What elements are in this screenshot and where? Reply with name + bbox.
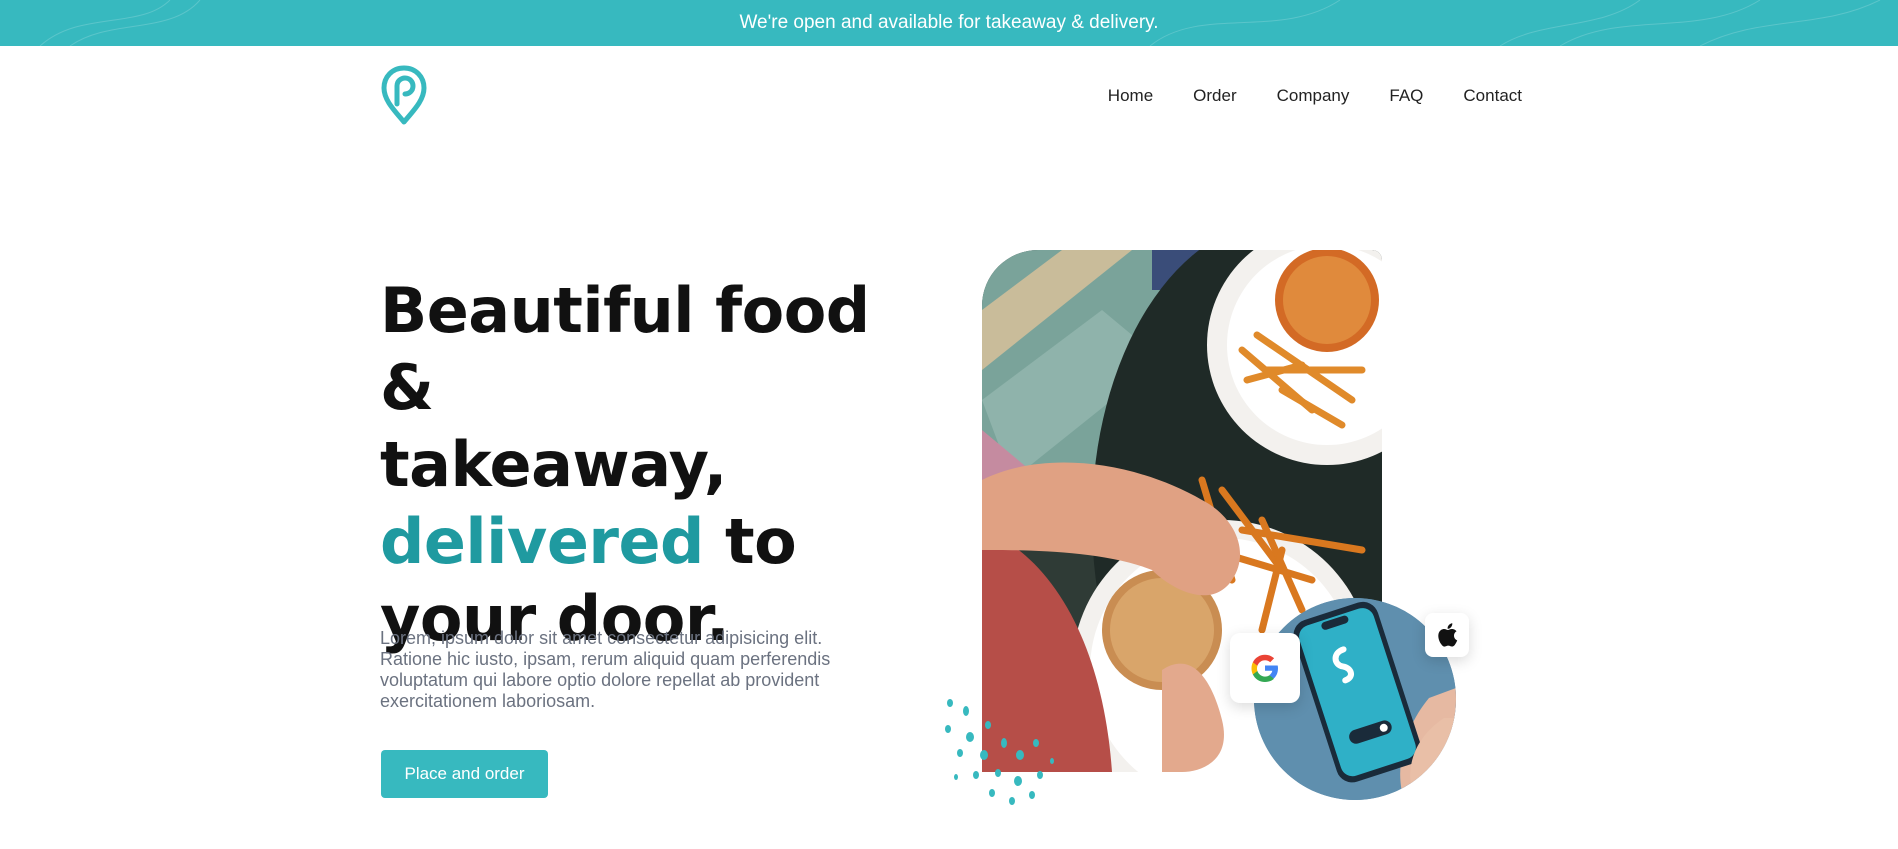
google-icon	[1251, 654, 1278, 682]
apple-icon	[1438, 623, 1458, 647]
nav-order[interactable]: Order	[1193, 86, 1236, 106]
google-play-badge[interactable]	[1230, 633, 1300, 703]
hero-headline: Beautiful food & takeaway, delivered to …	[380, 272, 940, 657]
headline-accent: delivered	[380, 505, 704, 578]
app-store-badge[interactable]	[1425, 613, 1469, 657]
nav-company[interactable]: Company	[1277, 86, 1350, 106]
headline-after-accent: to	[703, 505, 797, 578]
place-order-button[interactable]: Place and order	[381, 750, 548, 798]
decorative-dots	[945, 699, 1054, 805]
location-pin-logo-icon	[381, 65, 427, 125]
logo[interactable]	[380, 64, 428, 126]
nav-home[interactable]: Home	[1108, 86, 1153, 106]
nav-faq[interactable]: FAQ	[1389, 86, 1423, 106]
announcement-bar: We're open and available for takeaway & …	[0, 0, 1898, 46]
announcement-text: We're open and available for takeaway & …	[739, 12, 1159, 33]
headline-line-1: Beautiful food &	[380, 274, 870, 424]
main-nav: Home Order Company FAQ Contact	[1108, 86, 1522, 106]
hero-lead: Lorem, ipsum dolor sit amet consectetur …	[380, 628, 831, 711]
nav-contact[interactable]: Contact	[1463, 86, 1522, 106]
headline-line-2: takeaway,	[380, 428, 727, 501]
